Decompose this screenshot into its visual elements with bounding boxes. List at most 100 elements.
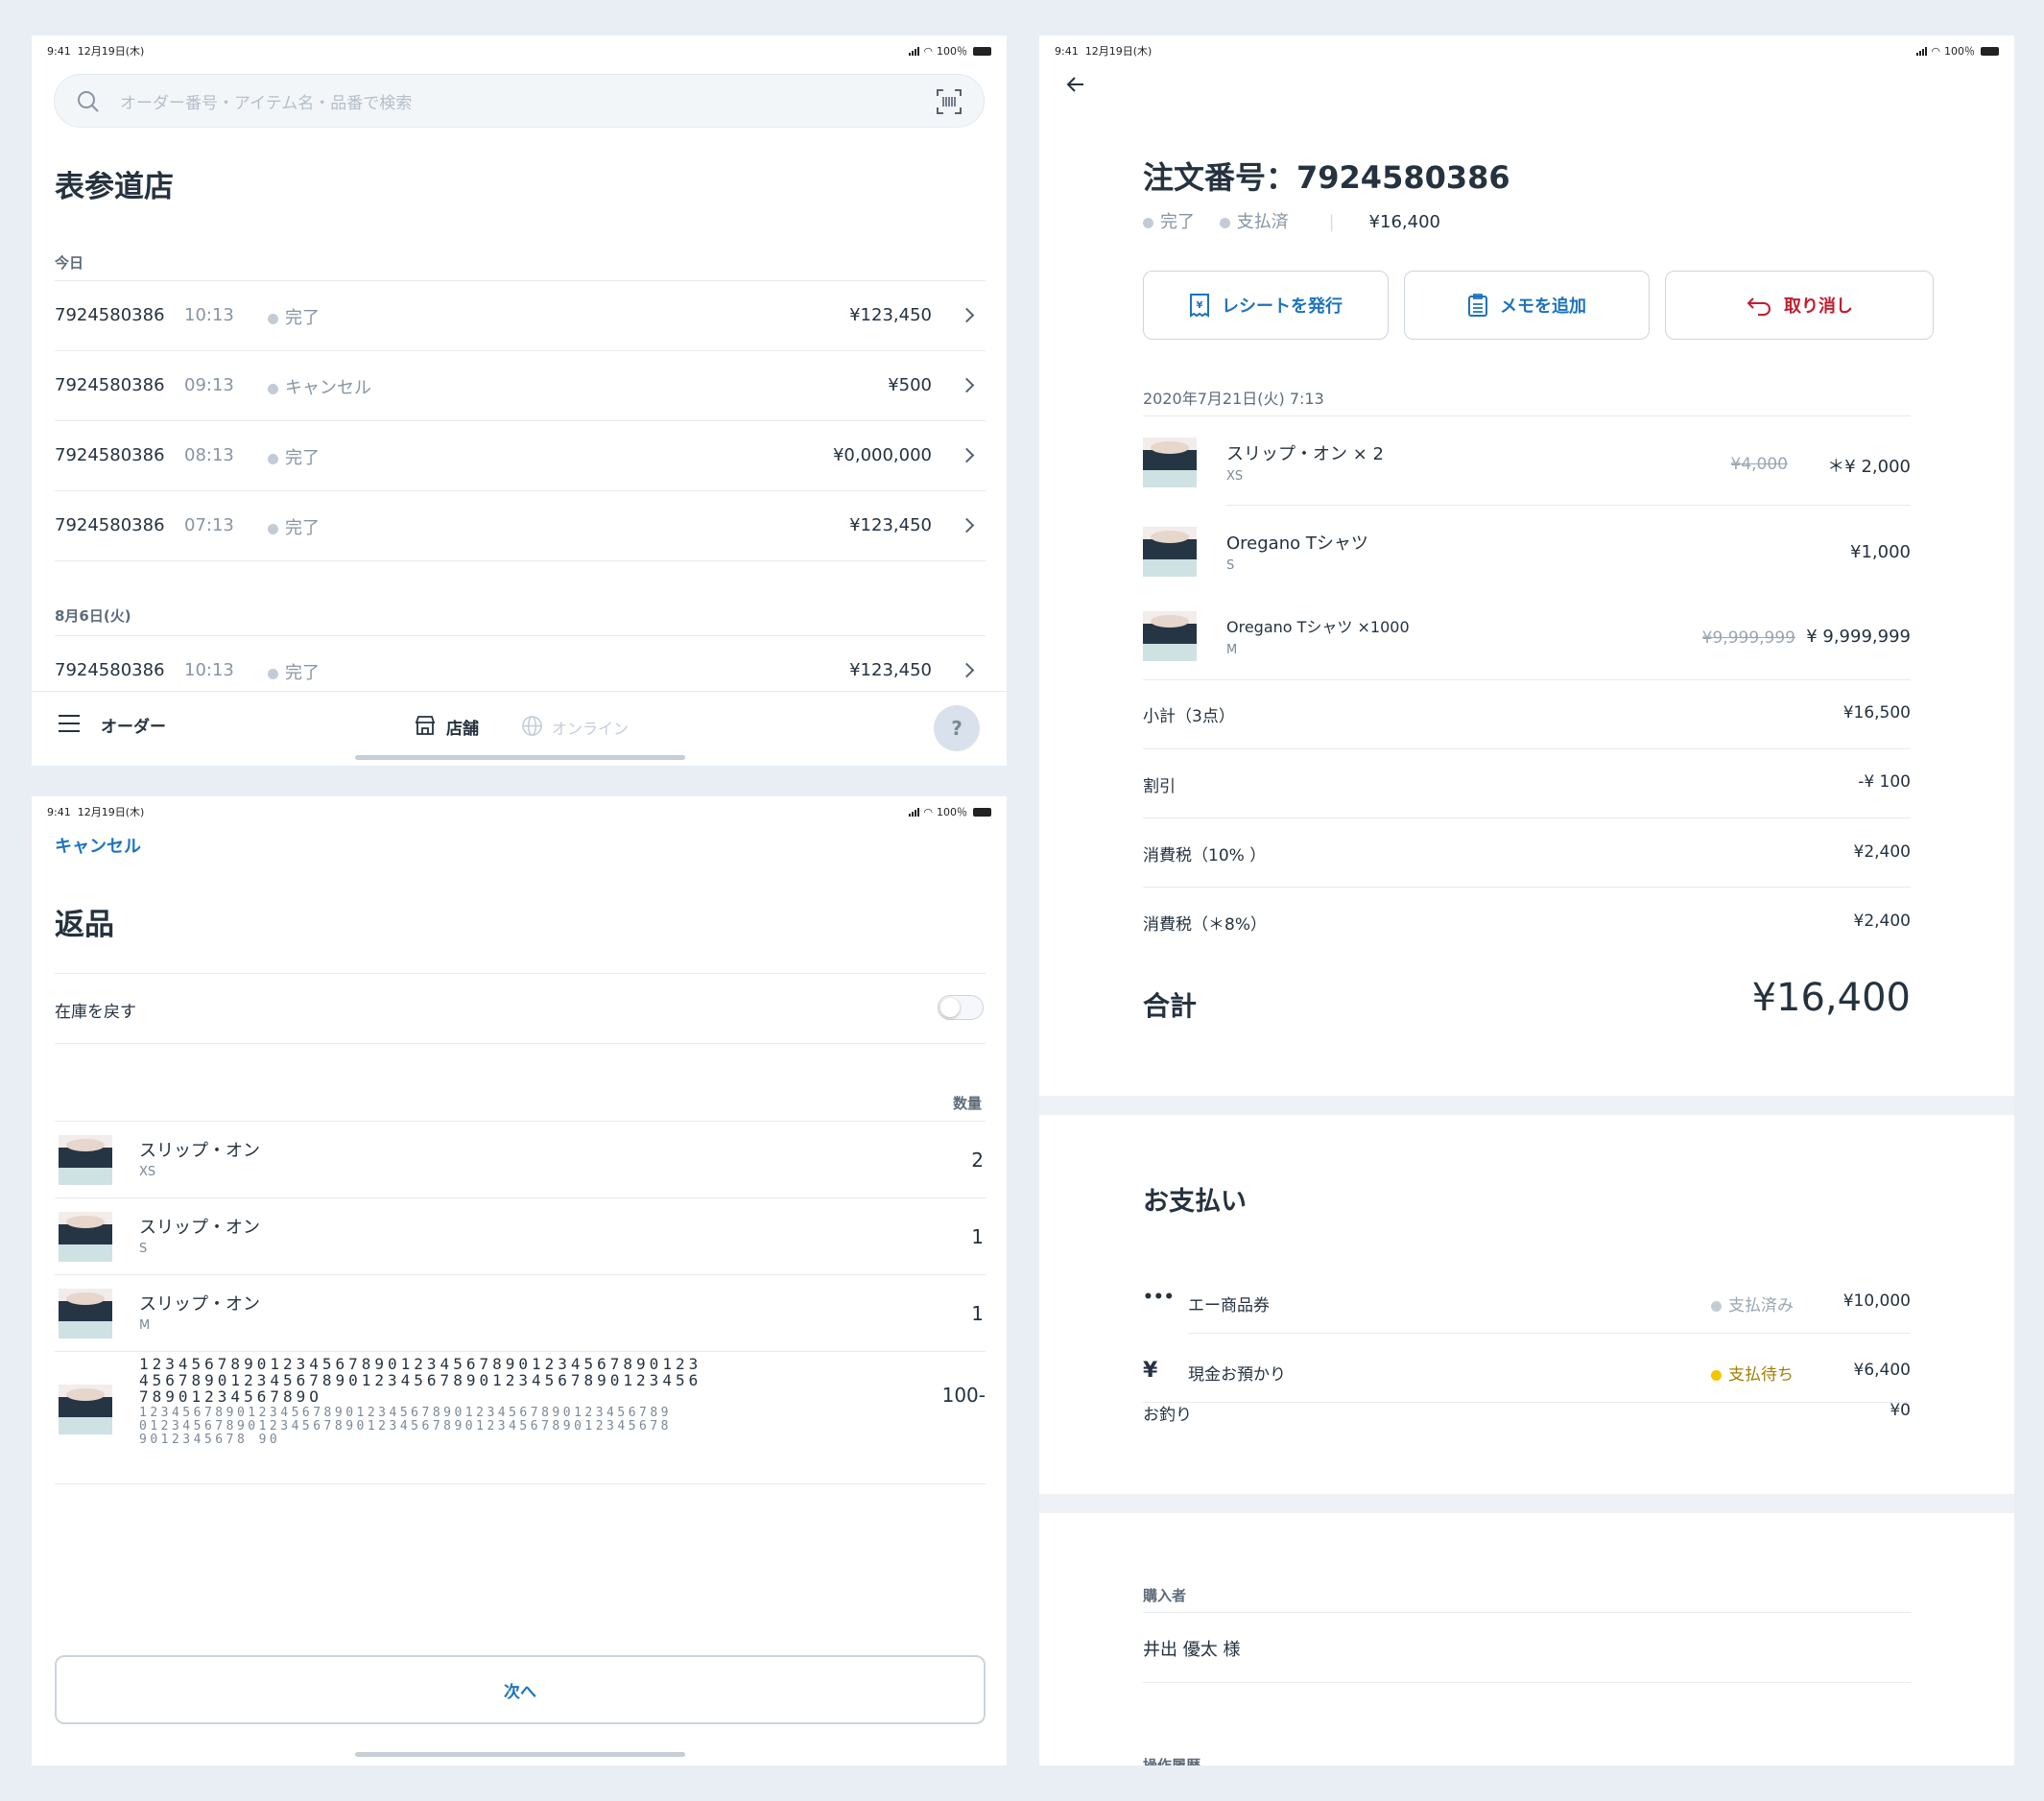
line-item[interactable]: スリップ・オン × 2 XS ¥4,000 ＊¥ 2,000 (1039, 416, 2014, 503)
tab-online[interactable]: オンライン (552, 716, 629, 739)
row-divider (55, 560, 986, 561)
status-dot (268, 453, 278, 464)
subtotal-value: ¥16,500 (1842, 703, 1911, 723)
home-indicator (355, 755, 685, 760)
item-variant: XS (139, 1165, 156, 1179)
line-item-variant: XS (1226, 469, 1244, 484)
order-status: キャンセル (268, 374, 371, 399)
order-row[interactable]: 7924580386 08:13 完了 ¥0,000,000 (32, 421, 1007, 490)
order-status-line: 完了 支払済 | ¥16,400 (1143, 208, 1440, 233)
product-thumbnail (1143, 611, 1197, 661)
next-button[interactable]: 次へ (55, 1655, 986, 1724)
return-item[interactable]: スリップ・オン XS 2 (32, 1122, 1007, 1197)
payment-status: 支払済み (1711, 1292, 1794, 1315)
payment-row[interactable]: ••• エー商品券 支払済み ¥10,000 (1039, 1278, 2014, 1347)
status-bar: 9:41 12月19日(木) ◠ 100％ (47, 40, 991, 61)
payment-status-text: 支払済み (1728, 1296, 1794, 1315)
order-status-text: キャンセル (285, 378, 371, 398)
item-name: スリップ・オン (139, 1141, 260, 1161)
section-date: 8月6日(火) (55, 607, 131, 625)
buyer-label: 購入者 (1143, 1587, 1187, 1604)
battery-icon (973, 807, 991, 817)
order-status-text: 完了 (285, 448, 320, 468)
bottom-tab-bar: オーダー 店舗 オンライン ? (32, 691, 1007, 766)
order-id: 7924580386 (55, 660, 165, 680)
item-variant: S (139, 1242, 148, 1256)
line-item-variant: S (1226, 558, 1235, 573)
item-variant: M (139, 1318, 151, 1333)
store-icon (416, 716, 435, 735)
battery-text: 100％ (937, 806, 967, 818)
order-amount: ¥500 (888, 375, 932, 395)
item-name: スリップ・オン (139, 1294, 260, 1315)
payment-method: 現金お預かり (1188, 1365, 1286, 1385)
status-time: 9:41 (47, 45, 71, 58)
item-name-line3: 7890123456789O (139, 1387, 322, 1406)
battery-icon (973, 46, 991, 56)
status-dot (1711, 1300, 1722, 1312)
order-amount: ¥0,000,000 (832, 445, 932, 465)
line-item-name: Oregano Tシャツ ×1000 (1226, 618, 1410, 636)
order-row[interactable]: 7924580386 10:13 完了 ¥123,450 (32, 281, 1007, 350)
order-amount: ¥123,450 (849, 660, 932, 680)
change-label: お釣り (1143, 1406, 1192, 1425)
tab-orders[interactable]: オーダー (101, 713, 166, 737)
status-date: 12月19日(木) (1084, 45, 1153, 58)
item-qty[interactable]: 100- (942, 1384, 986, 1407)
product-thumbnail (59, 1289, 112, 1339)
return-item[interactable]: スリップ・オン M 1 (32, 1275, 1007, 1351)
return-item[interactable]: スリップ・オン S 1 (32, 1198, 1007, 1274)
order-title: 注文番号：7924580386 (1143, 159, 1510, 196)
cancel-order-label: 取り消し (1784, 296, 1853, 317)
product-thumbnail (59, 1212, 112, 1262)
line-item[interactable]: Oregano Tシャツ S ¥1,000 (1039, 506, 2014, 592)
row-divider (1188, 1333, 1911, 1334)
back-arrow-icon[interactable] (1065, 74, 1086, 95)
cancel-order-button[interactable]: 取り消し (1665, 271, 1934, 340)
status-bar: 9:41 12月19日(木) ◠ 100％ (1055, 40, 1999, 61)
chevron-right-icon (959, 662, 975, 678)
status-dot (268, 383, 278, 394)
add-memo-button[interactable]: メモを追加 (1404, 271, 1650, 340)
barcode-scan-icon[interactable] (936, 88, 963, 115)
order-row[interactable]: 7924580386 09:13 キャンセル ¥500 (32, 351, 1007, 420)
item-qty: 2 (971, 1149, 984, 1172)
detail-section: 9:41 12月19日(木) ◠ 100％ 注文番号：7924580386 完了 … (1039, 36, 2014, 1096)
tax10-label: 消費税（10% ） (1143, 846, 1267, 865)
status-date: 12月19日(木) (77, 806, 145, 818)
buyer-section: 購入者 井出 優太 様 操作履歴 (1039, 1513, 2014, 1765)
search-bar[interactable]: オーダー番号・アイテム名・品番で検索 (54, 74, 985, 128)
status-time: 9:41 (47, 806, 71, 818)
product-thumbnail (59, 1135, 112, 1185)
return-item-long[interactable]: 1234567890123456789012345678901234567890… (32, 1351, 1007, 1466)
order-amount: ¥123,450 (849, 305, 932, 325)
order-id: 7924580386 (55, 305, 165, 325)
wifi-icon: ◠ (923, 805, 933, 818)
item-variant-line3: 9012345678 90 (139, 1433, 281, 1447)
tab-store[interactable]: 店舗 (446, 715, 479, 739)
row-divider (1143, 1402, 1911, 1403)
store-title: 表参道店 (55, 170, 174, 204)
cancel-link[interactable]: キャンセル (55, 833, 141, 858)
status-date: 12月19日(木) (77, 45, 145, 58)
wifi-icon: ◠ (923, 44, 933, 58)
search-input[interactable]: オーダー番号・アイテム名・品番で検索 (120, 89, 412, 113)
order-row[interactable]: 7924580386 07:13 完了 ¥123,450 (32, 491, 1007, 560)
subtotal-label: 小計（3点） (1143, 707, 1235, 726)
line-item-original-price: ¥4,000 (1730, 455, 1788, 474)
line-item-price: ¥1,000 (1850, 542, 1911, 562)
help-button[interactable]: ? (934, 705, 980, 751)
signal-icon (909, 46, 920, 56)
line-item[interactable]: Oregano Tシャツ ×1000 M ¥9,999,999 ¥ 9,999,999 (1039, 590, 2014, 676)
issue-receipt-button[interactable]: ¥ レシートを発行 (1143, 271, 1389, 340)
payment-title: お支払い (1143, 1187, 1247, 1217)
payment-method-icon: ••• (1143, 1288, 1175, 1307)
discount-value: -¥ 100 (1858, 772, 1911, 792)
order-status-text: 完了 (285, 308, 320, 328)
battery-text: 100％ (1944, 45, 1975, 58)
menu-icon[interactable] (58, 713, 81, 734)
restock-toggle[interactable] (938, 995, 984, 1020)
buyer-name: 井出 優太 様 (1143, 1640, 1241, 1660)
payment-section: お支払い ••• エー商品券 支払済み ¥10,000 ¥ 現金お預かり 支払待ち ¥6,40… (1039, 1115, 2014, 1494)
order-status: 完了 (268, 304, 320, 329)
